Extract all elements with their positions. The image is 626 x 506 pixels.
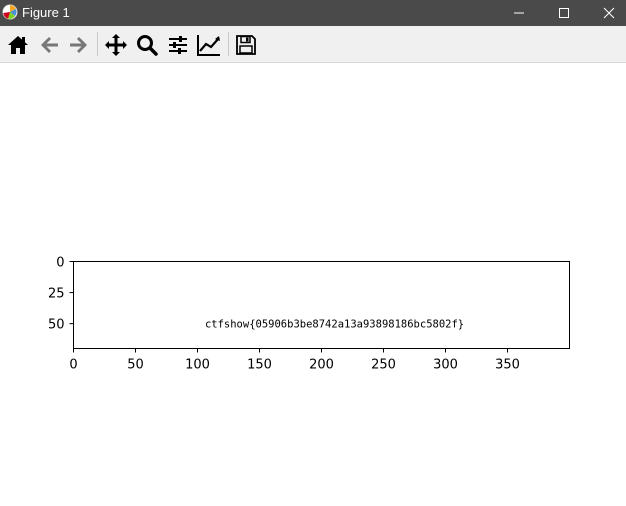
- forward-button[interactable]: [66, 32, 92, 58]
- x-tick-label: 0: [69, 358, 77, 373]
- pan-move-icon: [105, 34, 127, 56]
- x-axis-ticks: 0 50 100 150 200 250 300 350: [69, 348, 520, 373]
- x-tick-label: 200: [309, 358, 334, 373]
- maximize-button[interactable]: [541, 0, 587, 26]
- edit-axis-button[interactable]: [196, 32, 222, 58]
- y-tick-label: 50: [48, 318, 65, 333]
- toolbar-separator: [97, 32, 98, 56]
- axes-frame: [73, 261, 570, 349]
- pan-button[interactable]: [103, 32, 129, 58]
- x-tick-label: 250: [371, 358, 396, 373]
- figure-window: Figure 1 ctfshow{05906b3be8742a13a938981…: [0, 0, 626, 506]
- toolbar-separator: [228, 32, 229, 56]
- y-tick-label: 0: [56, 256, 64, 271]
- minimize-button[interactable]: [496, 0, 542, 26]
- x-tick-label: 100: [185, 358, 210, 373]
- edit-axis-icon: [197, 35, 220, 56]
- matplotlib-logo-icon: [2, 4, 18, 20]
- title-bar[interactable]: Figure 1: [0, 0, 626, 26]
- figure-canvas[interactable]: ctfshow{05906b3be8742a13a93898186bc5802f…: [0, 62, 626, 506]
- save-floppy-icon: [236, 35, 256, 55]
- window-title: Figure 1: [22, 5, 70, 20]
- back-button[interactable]: [36, 32, 62, 58]
- y-tick-label: 25: [48, 287, 65, 302]
- configure-subplots-icon: [169, 36, 187, 54]
- close-icon: [603, 7, 615, 19]
- navigation-toolbar: [0, 26, 626, 63]
- minimize-icon: [514, 12, 524, 14]
- maximize-icon: [559, 8, 569, 18]
- home-icon: [8, 36, 28, 54]
- configure-subplots-button[interactable]: [165, 32, 191, 58]
- x-tick-label: 50: [127, 358, 144, 373]
- x-tick-label: 350: [495, 358, 520, 373]
- forward-arrow-icon: [70, 37, 87, 53]
- zoom-magnifier-icon: [137, 35, 158, 56]
- zoom-button[interactable]: [134, 32, 160, 58]
- back-arrow-icon: [41, 37, 58, 53]
- close-button[interactable]: [586, 0, 626, 26]
- home-button[interactable]: [5, 32, 31, 58]
- image-content-text: ctfshow{05906b3be8742a13a93898186bc5802f…: [205, 319, 464, 331]
- x-tick-label: 300: [433, 358, 458, 373]
- y-axis-ticks: 0 25 50: [48, 256, 74, 333]
- save-button[interactable]: [233, 32, 259, 58]
- x-tick-label: 150: [247, 358, 272, 373]
